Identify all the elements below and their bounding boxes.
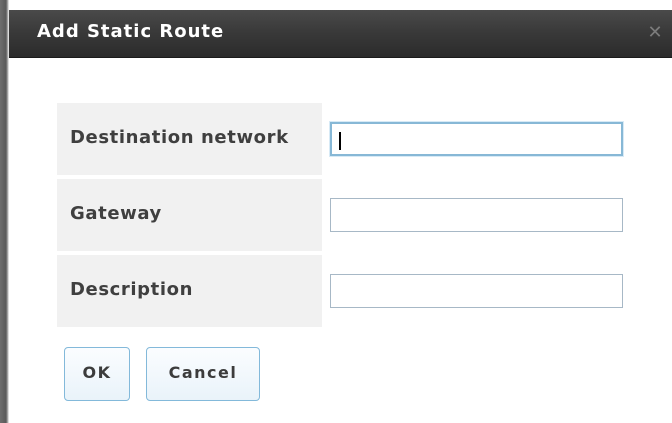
- text-caret: [339, 132, 341, 150]
- dialog-left-border: [0, 0, 9, 423]
- label-cell: Gateway: [57, 179, 322, 251]
- description-label: Description: [70, 279, 194, 300]
- form-row-destination-network: Destination network: [57, 103, 631, 175]
- form-row-gateway: Gateway: [57, 179, 631, 251]
- dialog-title: Add Static Route: [37, 21, 225, 42]
- dialog-titlebar[interactable]: Add Static Route ✕: [9, 10, 672, 58]
- add-static-route-dialog: Add Static Route ✕ Destination network G…: [0, 0, 672, 423]
- label-cell: Destination network: [57, 103, 322, 175]
- close-icon[interactable]: ✕: [646, 24, 664, 42]
- gateway-input[interactable]: [330, 198, 623, 232]
- ok-button[interactable]: OK: [64, 347, 130, 401]
- destination-network-label: Destination network: [70, 127, 289, 148]
- dialog-top-strip: [0, 0, 672, 10]
- destination-network-input[interactable]: [330, 122, 623, 156]
- gateway-label: Gateway: [70, 203, 162, 224]
- description-input[interactable]: [330, 274, 623, 308]
- cancel-button[interactable]: Cancel: [146, 347, 260, 401]
- route-form: Destination network Gateway Description: [57, 103, 631, 331]
- label-cell: Description: [57, 255, 322, 327]
- form-row-description: Description: [57, 255, 631, 327]
